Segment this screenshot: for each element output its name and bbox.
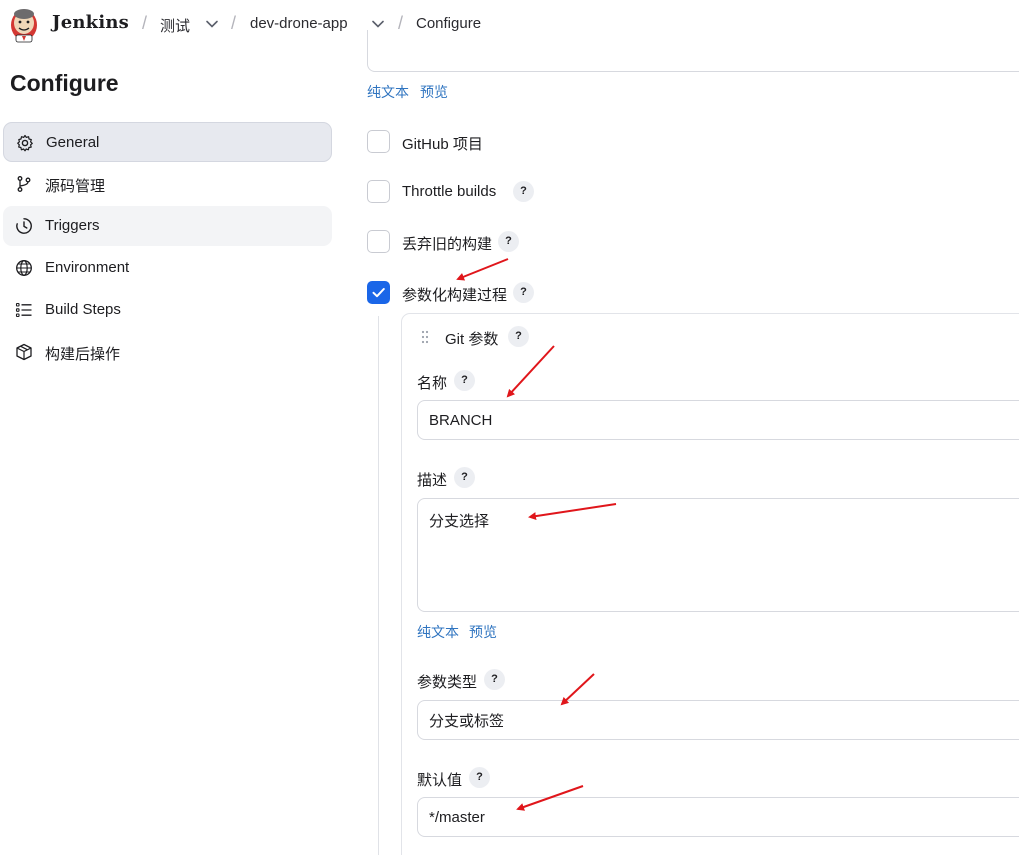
sidebar-item-triggers[interactable]: Triggers bbox=[3, 206, 332, 246]
breadcrumb-job[interactable]: dev-drone-app bbox=[250, 15, 348, 32]
preview-link[interactable]: 预览 bbox=[420, 82, 448, 102]
sidebar-title: Configure bbox=[10, 70, 119, 96]
help-icon[interactable]: ? bbox=[498, 231, 519, 252]
annotation-arrow bbox=[456, 258, 509, 281]
gear-icon bbox=[17, 134, 33, 152]
parameter-type-label: 参数类型 bbox=[417, 674, 478, 691]
parameterized-build-checkbox[interactable] bbox=[367, 281, 390, 304]
sidebar-item-label: General bbox=[46, 134, 100, 151]
plain-text-link[interactable]: 纯文本 bbox=[367, 82, 409, 102]
description-label: 描述 bbox=[417, 472, 448, 489]
github-project-checkbox[interactable] bbox=[367, 130, 390, 153]
breadcrumb-separator: / bbox=[142, 13, 148, 33]
sidebar-item-label: 构建后操作 bbox=[45, 346, 121, 363]
name-label: 名称 bbox=[417, 375, 448, 392]
sidebar-item-environment[interactable]: Environment bbox=[3, 248, 332, 288]
throttle-builds-label: Throttle builds bbox=[402, 183, 497, 200]
globe-icon bbox=[16, 260, 32, 276]
help-icon[interactable]: ? bbox=[508, 326, 529, 347]
drag-handle-icon[interactable] bbox=[421, 330, 429, 344]
plain-text-link[interactable]: 纯文本 bbox=[417, 622, 459, 642]
help-icon[interactable]: ? bbox=[469, 767, 490, 788]
clock-icon bbox=[16, 218, 32, 234]
sidebar-item-post-build[interactable]: 构建后操作 bbox=[3, 332, 332, 372]
list-icon bbox=[15, 302, 32, 318]
branch-icon bbox=[17, 176, 31, 192]
sidebar-item-build-steps[interactable]: Build Steps bbox=[3, 290, 332, 330]
parameter-type-select[interactable]: 分支或标签 bbox=[417, 700, 1019, 740]
sidebar-item-label: Build Steps bbox=[45, 301, 121, 318]
jenkins-logo-icon[interactable] bbox=[8, 5, 40, 43]
sidebar-item-scm[interactable]: 源码管理 bbox=[3, 164, 332, 204]
throttle-builds-checkbox[interactable] bbox=[367, 180, 390, 203]
chevron-down-icon[interactable] bbox=[205, 17, 219, 31]
preview-link[interactable]: 预览 bbox=[469, 622, 497, 642]
parameterized-build-label: 参数化构建过程 bbox=[402, 287, 508, 304]
check-icon bbox=[372, 287, 385, 297]
parameter-type-title: Git 参数 bbox=[445, 331, 499, 348]
brand-name[interactable]: Jenkins bbox=[52, 12, 129, 33]
sidebar-item-label: Environment bbox=[45, 259, 130, 276]
help-icon[interactable]: ? bbox=[513, 282, 534, 303]
sidebar-item-general[interactable]: General bbox=[3, 122, 332, 162]
nesting-guide-line bbox=[378, 316, 379, 855]
project-description-textarea[interactable] bbox=[367, 30, 1019, 72]
help-icon[interactable]: ? bbox=[513, 181, 534, 202]
help-icon[interactable]: ? bbox=[484, 669, 505, 690]
breadcrumb-separator: / bbox=[231, 13, 237, 33]
github-project-label: GitHub 项目 bbox=[402, 136, 483, 153]
sidebar-item-label: 源码管理 bbox=[45, 178, 106, 195]
chevron-down-icon[interactable] bbox=[371, 17, 385, 31]
discard-old-builds-label: 丢弃旧的构建 bbox=[402, 236, 493, 253]
default-value-input[interactable]: */master bbox=[417, 797, 1019, 837]
package-icon bbox=[16, 343, 32, 361]
help-icon[interactable]: ? bbox=[454, 467, 475, 488]
default-value-label: 默认值 bbox=[417, 772, 463, 789]
description-textarea[interactable]: 分支选择 bbox=[417, 498, 1019, 612]
sidebar-item-label: Triggers bbox=[45, 217, 100, 234]
name-input[interactable]: BRANCH bbox=[417, 400, 1019, 440]
breadcrumb-folder[interactable]: 测试 bbox=[160, 15, 190, 36]
discard-old-builds-checkbox[interactable] bbox=[367, 230, 390, 253]
help-icon[interactable]: ? bbox=[454, 370, 475, 391]
